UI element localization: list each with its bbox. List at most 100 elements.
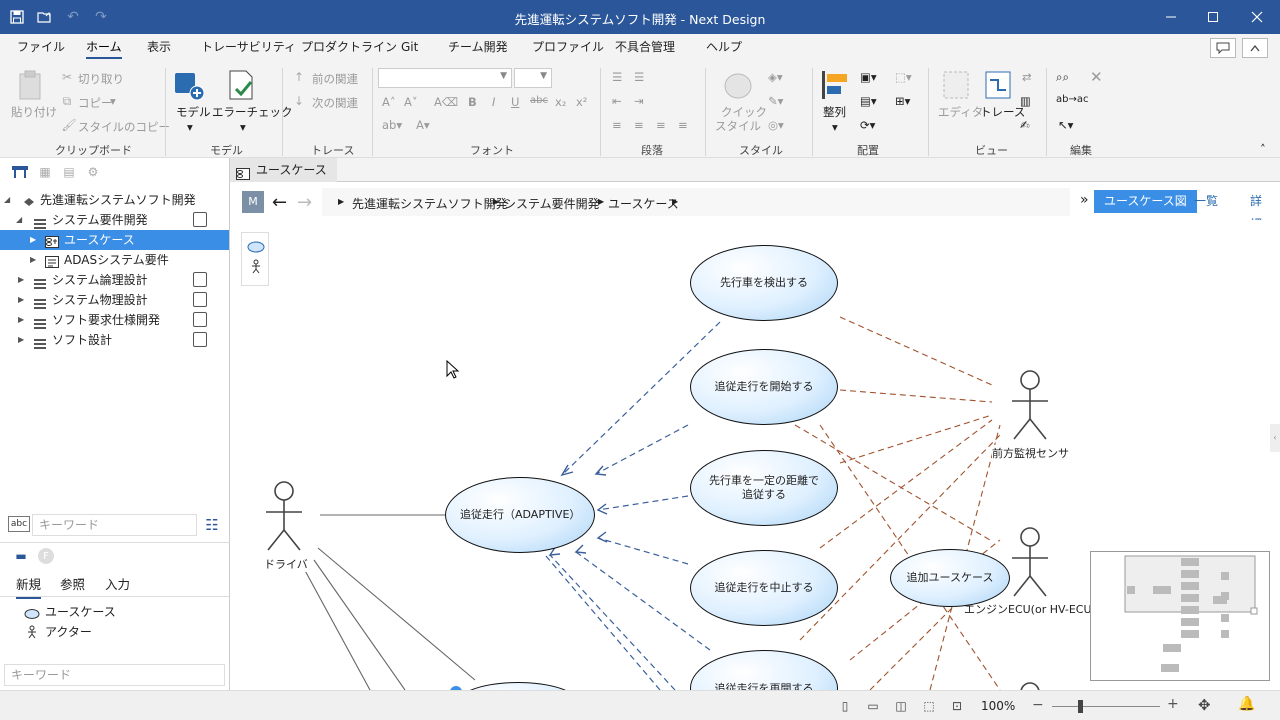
trace-view-icon[interactable] [982,68,1014,102]
align-icon[interactable] [819,68,851,102]
expand-icon[interactable]: ▶ [18,270,28,290]
palette-tab-reference[interactable]: 参照 [60,574,85,593]
tree-item-usecase[interactable]: ▶ ユースケース [0,230,229,250]
breadcrumb-item[interactable]: ユースケース [608,195,679,212]
align-left-icon[interactable]: ≡ [612,118,622,132]
fill-color-icon[interactable]: ◈▾ [768,70,783,84]
palette-search-input[interactable]: キーワード [4,664,225,686]
zoom-slider[interactable] [1052,706,1160,707]
copy-dropdown-icon[interactable]: ▾ [110,94,116,108]
highlight-icon[interactable]: ab▾ [382,118,402,132]
menu-file[interactable]: ファイル [17,39,65,59]
expand-icon[interactable]: ▶ [30,230,40,250]
trace-view-button[interactable]: トレース [980,104,1025,120]
notification-bell-icon[interactable]: 🔔 [1238,696,1255,712]
open-project-icon[interactable] [34,6,56,28]
replace-icon[interactable]: ab→ac [1056,94,1088,105]
breadcrumb-item[interactable]: システム要件開発 [504,195,600,212]
layout-vertical-icon[interactable]: ◫ [892,698,910,714]
palette-item-actor[interactable]: アクター [0,622,229,642]
font-size-select[interactable]: ▼ [514,68,552,88]
editor-icon[interactable] [940,68,972,102]
menu-issue[interactable]: 不具合管理 [615,39,675,59]
layout-single-icon[interactable]: ▯ [836,698,854,714]
bullet-list-icon[interactable]: ☰ [612,70,622,84]
shrink-font-icon[interactable]: A˅ [404,95,418,109]
expand-icon[interactable]: ▶ [18,290,28,310]
hand-tool-icon[interactable]: ⬚ [920,698,938,714]
zoom-slider-thumb[interactable] [1078,700,1083,713]
forward-icon[interactable]: → [297,192,312,213]
style-copy-button[interactable]: スタイルのコピー [78,119,170,135]
tree-item-sw-design[interactable]: ▶ ソフト設計 [0,330,229,350]
right-splitter-handle[interactable]: ‹ [1270,424,1280,452]
quick-style-icon[interactable] [722,70,754,102]
undo-icon[interactable]: ↶ [62,6,84,28]
item-model-icon[interactable] [193,272,207,287]
prev-relation-button[interactable]: 前の関連 [312,71,358,87]
save-icon[interactable] [6,6,28,28]
view-list[interactable]: 一覧 [1184,190,1228,213]
align-right-icon[interactable]: ≡ [656,118,666,132]
next-relation-button[interactable]: 次の関連 [312,95,358,111]
menu-productline[interactable]: プロダクトライン [301,39,397,59]
palette-icon[interactable]: ▬ [12,548,30,564]
expand-icon[interactable]: ▶ [18,330,28,350]
tree-item-sw-requirements[interactable]: ▶ ソフト要求仕様開発 [0,310,229,330]
search-type-icon[interactable]: abc [8,516,30,532]
maximize-button[interactable] [1190,0,1236,34]
settings-nav-icon[interactable]: ⚙ [84,164,102,180]
comment-icon[interactable] [1210,38,1236,58]
item-model-icon[interactable] [193,212,207,227]
menu-git[interactable]: Git [401,39,418,59]
subscript-icon[interactable]: x₂ [555,95,566,109]
paste-icon[interactable] [14,68,48,102]
usecase-tool-icon[interactable] [247,241,265,256]
group-shape-icon[interactable]: ⬚▾ [895,70,912,84]
back-icon[interactable]: ← [272,192,287,213]
view-usecase-diagram[interactable]: ユースケース図 [1094,190,1197,213]
usecase-detect-leading-car[interactable]: 先行車を検出する [690,245,838,321]
zoom-out-icon[interactable]: − [1032,697,1044,713]
decrease-indent-icon[interactable]: ⇤ [612,94,622,108]
layout-icon[interactable]: ▥ [1020,94,1031,108]
quick-style-label-2[interactable]: スタイル [715,118,761,134]
align-dropdown-icon[interactable]: ▾ [832,120,838,134]
rotate-icon[interactable]: ⟳▾ [860,118,875,132]
item-model-icon[interactable] [193,312,207,327]
size-icon[interactable]: ⊞▾ [895,94,910,108]
bold-icon[interactable]: B [468,95,477,109]
editor-button[interactable]: エディタ [938,104,983,120]
favorite-icon[interactable]: F [38,548,54,564]
error-check-icon[interactable] [224,68,258,102]
usecase-follow-at-distance[interactable]: 先行車を一定の距離で追従する [690,450,838,526]
swap-icon[interactable]: ⇄ [1022,70,1032,84]
expand-icon[interactable]: ▶ [30,250,40,270]
palette-tab-input[interactable]: 入力 [105,574,130,593]
menu-traceability[interactable]: トレーサビリティ [201,39,296,59]
zoom-in-icon[interactable]: + [1167,696,1179,712]
usecase-adaptive-follow[interactable]: 追従走行（ADAPTIVE） [445,477,595,553]
effect-icon[interactable]: ◎▾ [768,118,784,132]
menu-team[interactable]: チーム開発 [448,39,508,59]
close-button[interactable] [1234,0,1280,34]
actor-tool-icon[interactable] [250,259,262,278]
font-color-icon[interactable]: A▾ [416,118,430,132]
clear-format-icon[interactable]: A⌫ [434,95,458,109]
tree-item-physical-design[interactable]: ▶ システム物理設計 [0,290,229,310]
numbered-list-icon[interactable]: ☰ [634,70,644,84]
overflow-icon[interactable]: » [1080,192,1089,208]
increase-indent-icon[interactable]: ⇥ [634,94,644,108]
find-icon[interactable]: ⌕⌕ [1056,70,1069,85]
tree-item-system-requirements[interactable]: ◢ システム要件開発 [0,210,229,230]
italic-icon[interactable]: I [492,95,495,109]
tree-search-input[interactable]: キーワード [32,514,197,536]
tree-item-logical-design[interactable]: ▶ システム論理設計 [0,270,229,290]
product-line-icon[interactable]: ▦ [36,164,54,180]
expand-icon[interactable]: ▶ [18,310,28,330]
ribbon-collapse-icon[interactable]: ˄ [1260,142,1266,156]
order-icon[interactable]: ▤▾ [860,94,877,108]
model-navigator-icon[interactable] [10,164,30,180]
zoom-level[interactable]: 100% [981,699,1015,713]
line-color-icon[interactable]: ✎▾ [768,94,783,108]
